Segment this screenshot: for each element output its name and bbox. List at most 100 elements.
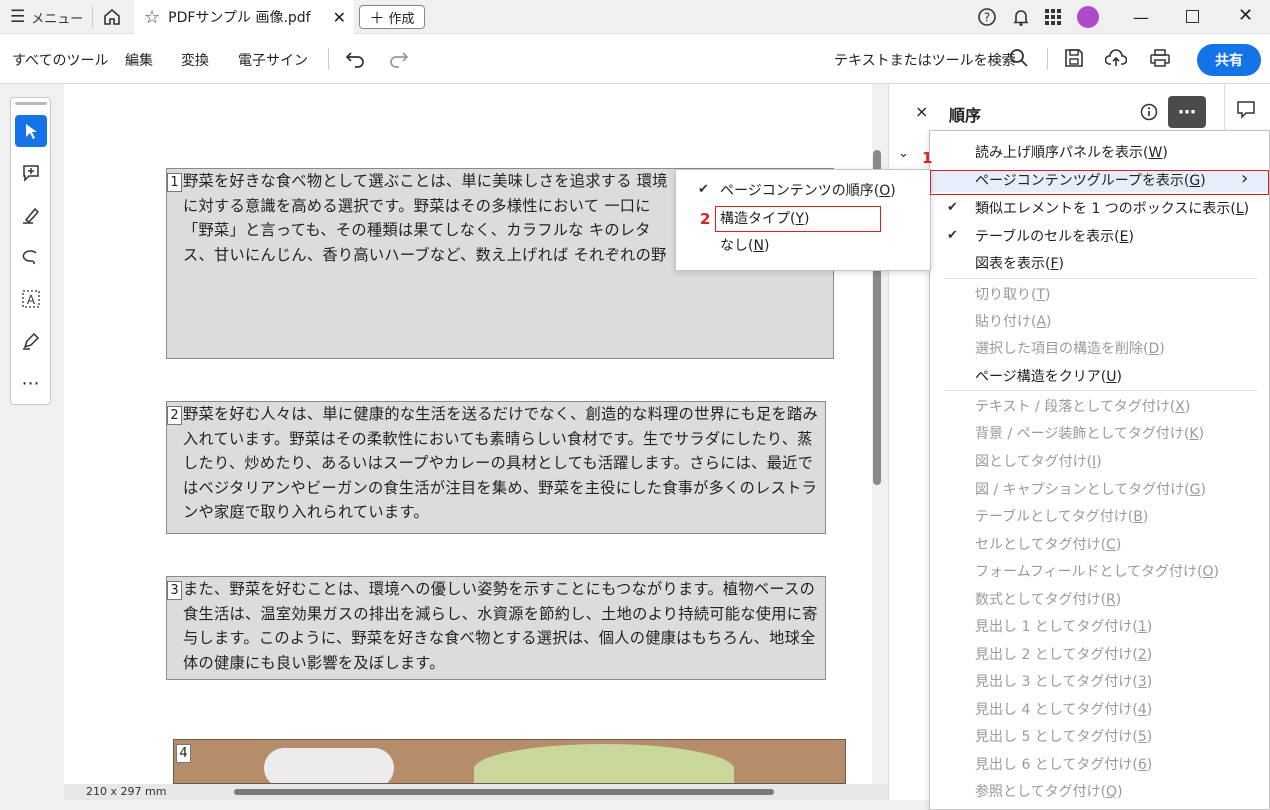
add-comment-icon[interactable]: [15, 157, 47, 189]
star-icon[interactable]: ☆: [144, 7, 160, 28]
comment-panel-icon[interactable]: [1236, 100, 1256, 124]
menu-item-label: ページ構造をクリア(: [975, 369, 1107, 385]
menu-item-label: 見出し 2 としてタグ付け(: [975, 647, 1138, 663]
block-text: また、野菜を好むことは、環境への優しい姿勢を示すことにもつながります。植物ベース…: [183, 580, 818, 672]
menu-item-paren: ): [1115, 592, 1122, 608]
close-panel-icon[interactable]: ×: [915, 102, 928, 121]
vegetable-image[interactable]: 4: [173, 739, 846, 784]
menu-item-accelerator: K: [1189, 426, 1199, 442]
menu-item-paren: ): [1162, 145, 1168, 161]
print-icon[interactable]: [1149, 48, 1171, 72]
menu-item-accelerator: U: [1106, 369, 1117, 385]
context-menu-item: 背景 / ページ装飾としてタグ付け(K): [975, 422, 1204, 446]
undo-icon[interactable]: [344, 49, 366, 73]
context-menu-item: 数式としてタグ付け(R): [975, 588, 1121, 612]
menu-item-label: なし(: [720, 238, 754, 254]
context-menu-item[interactable]: テーブルのセルを表示(E): [975, 225, 1134, 249]
maximize-icon[interactable]: [1186, 10, 1199, 23]
lasso-draw-icon[interactable]: [15, 241, 47, 273]
menu-item-label: ページコンテンツの順序(: [720, 183, 880, 199]
horizontal-scrollbar[interactable]: [234, 789, 774, 795]
menu-item-paren: ): [763, 238, 770, 254]
menu-item-accelerator: G: [1189, 482, 1201, 498]
step-2-label: 2: [700, 210, 711, 228]
redo-icon[interactable]: [388, 49, 410, 73]
context-menu-item[interactable]: ページ構造をクリア(U): [975, 365, 1122, 389]
main-toolbar: すべてのツール 編集 変換 電子サイン テキストまたはツールを検索 共有: [0, 34, 1270, 84]
quick-tools-panel: A ⋯: [10, 97, 51, 405]
document-tab[interactable]: ☆ PDFサンプル 画像.pdf ✕: [134, 0, 354, 34]
info-icon[interactable]: [1140, 103, 1158, 125]
apps-grid-icon[interactable]: [1045, 9, 1061, 29]
menu-item-paren: ): [1096, 454, 1102, 470]
menu-item-label: 参照としてタグ付け(: [975, 784, 1107, 800]
checkmark-icon: ✔: [947, 200, 958, 215]
menu-item-paren: ): [890, 183, 896, 199]
menu-item-accelerator: 6: [1137, 757, 1147, 773]
context-menu-item[interactable]: 読み上げ順序パネルを表示(W): [975, 141, 1168, 165]
search-icon[interactable]: [1009, 48, 1029, 72]
chevron-down-icon[interactable]: ⌄: [898, 146, 909, 161]
content-block-3[interactable]: 3 また、野菜を好むことは、環境への優しい姿勢を示すことにもつながります。植物ベ…: [166, 576, 826, 680]
submenu-item[interactable]: なし(N): [720, 234, 769, 258]
drag-handle[interactable]: [15, 102, 47, 105]
menu-item-label: 見出し 4 としてタグ付け(: [975, 702, 1138, 718]
menu-all-tools[interactable]: すべてのツール: [12, 50, 108, 70]
context-menu-item: セルとしてタグ付け(C): [975, 533, 1121, 557]
menu-item-paren: ): [1146, 702, 1153, 718]
menu-item-accelerator: N: [753, 238, 764, 254]
menu-item-accelerator: 5: [1137, 729, 1147, 745]
menu-item-accelerator: A: [1036, 314, 1047, 330]
create-button[interactable]: ＋ 作成: [359, 5, 425, 29]
context-menu-item: 見出し 2 としてタグ付け(2): [975, 643, 1152, 667]
select-tool-icon[interactable]: [15, 115, 47, 147]
home-icon[interactable]: [102, 7, 122, 31]
menu-esign[interactable]: 電子サイン: [238, 50, 308, 70]
context-menu-item[interactable]: 図表を表示(F): [975, 252, 1064, 276]
menu-item-paren: ): [1198, 426, 1205, 442]
hamburger-icon: ☰: [10, 7, 26, 27]
highlight-pen-icon[interactable]: [15, 199, 47, 231]
context-menu-item[interactable]: 類似エレメントを 1 つのボックスに表示(L): [975, 197, 1249, 221]
divider: [1047, 48, 1048, 70]
sign-pen-icon[interactable]: [15, 325, 47, 357]
menu-item-paren: ): [1146, 619, 1153, 635]
submenu-item[interactable]: ページコンテンツの順序(O): [720, 179, 896, 203]
share-button[interactable]: 共有: [1197, 44, 1261, 76]
save-icon[interactable]: [1064, 48, 1084, 72]
search-label[interactable]: テキストまたはツールを検索: [834, 50, 1016, 70]
title-bar: ☰ メニュー ☆ PDFサンプル 画像.pdf ✕ ＋ 作成 ? — ✕: [0, 0, 1270, 34]
menu-item-accelerator: 2: [1137, 647, 1147, 663]
context-menu-item: 見出し 1 としてタグ付け(1): [975, 615, 1152, 639]
menu-convert[interactable]: 変換: [181, 50, 209, 70]
context-menu-item: 見出し 5 としてタグ付け(5): [975, 725, 1152, 749]
context-menu-item: 貼り付け(A): [975, 310, 1052, 334]
upload-cloud-icon[interactable]: [1104, 48, 1128, 72]
help-icon[interactable]: ?: [977, 7, 997, 31]
menu-item-accelerator: O: [879, 183, 891, 199]
avatar[interactable]: [1077, 6, 1099, 28]
menu-item-paren: ): [1146, 757, 1153, 773]
more-tools-icon[interactable]: ⋯: [15, 367, 47, 399]
cabbage-shape: [474, 744, 734, 783]
content-block-2[interactable]: 2 野菜を好む人々は、単に健康的な生活を送るだけでなく、創造的な料理の世界にも足…: [166, 401, 826, 534]
menu-item-paren: ): [1115, 537, 1122, 553]
context-menu: 読み上げ順序パネルを表示(W) ページコンテンツグループを表示(G) › 類似エレメン…: [929, 130, 1270, 810]
minimize-icon[interactable]: —: [1133, 8, 1149, 27]
more-options-button[interactable]: ⋯: [1168, 96, 1206, 128]
menu-item-paren: ): [1213, 564, 1220, 580]
text-box-icon[interactable]: A: [15, 283, 47, 315]
menu-edit[interactable]: 編集: [125, 50, 153, 70]
bell-icon[interactable]: [1011, 7, 1031, 31]
context-menu-item: 見出し 6 としてタグ付け(6): [975, 753, 1152, 777]
menu-separator: [944, 390, 1257, 391]
menu-item-label: 類似エレメントを 1 つのボックスに表示(: [975, 201, 1236, 217]
menu-item-accelerator: R: [1106, 592, 1116, 608]
close-window-icon[interactable]: ✕: [1238, 5, 1253, 26]
menu-button[interactable]: ☰ メニュー: [10, 7, 83, 27]
menu-item-accelerator: 1: [1137, 619, 1147, 635]
menu-item-paren: ): [1058, 256, 1064, 272]
block-number: 4: [176, 744, 191, 763]
menu-item-accelerator: W: [1148, 145, 1163, 161]
close-tab-icon[interactable]: ✕: [333, 8, 346, 27]
